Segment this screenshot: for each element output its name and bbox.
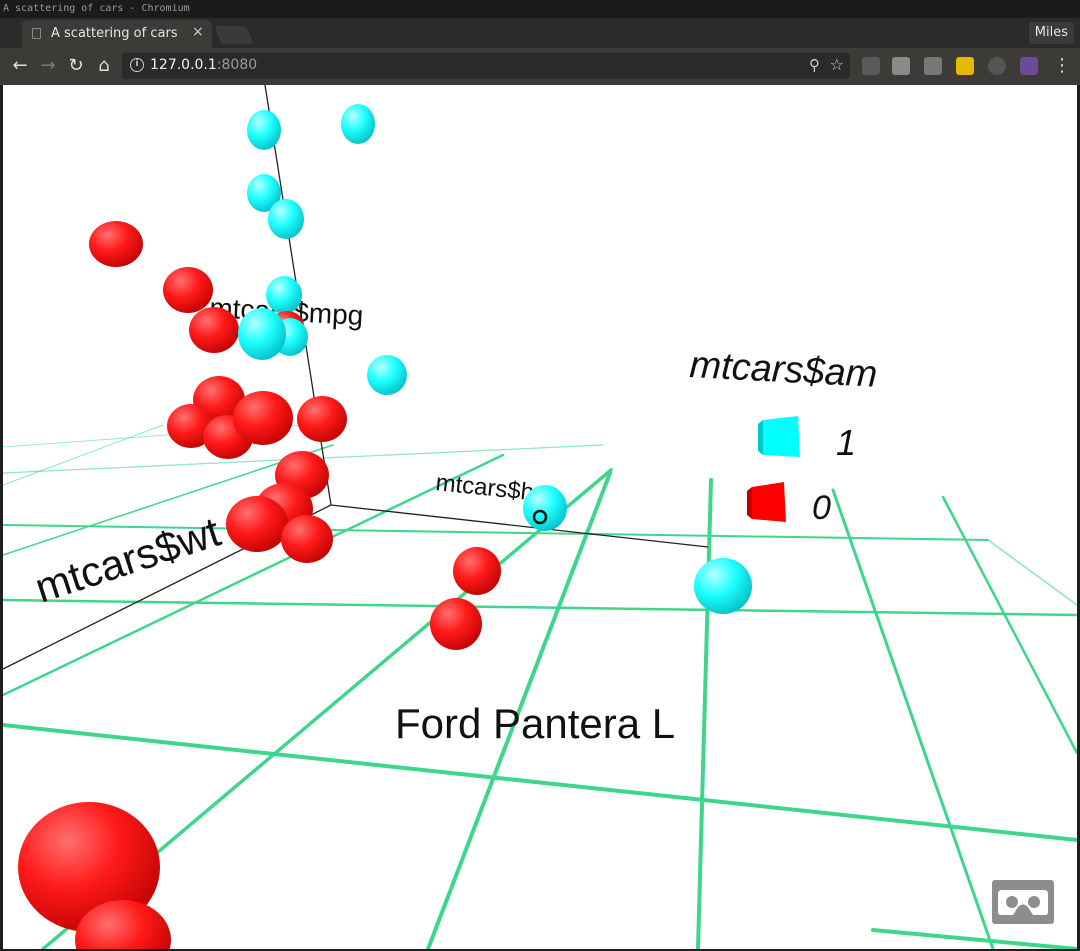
reload-icon[interactable]: ↻ bbox=[64, 54, 88, 78]
home-icon[interactable]: ⌂ bbox=[92, 54, 116, 78]
forward-icon[interactable]: → bbox=[36, 54, 60, 78]
back-icon[interactable]: ← bbox=[8, 54, 32, 78]
data-point[interactable] bbox=[430, 598, 482, 650]
extension-icon-4[interactable] bbox=[956, 57, 974, 75]
data-point[interactable] bbox=[238, 308, 286, 360]
data-point[interactable] bbox=[281, 515, 333, 563]
data-point[interactable] bbox=[189, 307, 239, 353]
extension-icon-1[interactable] bbox=[862, 57, 880, 75]
legend-swatch-red bbox=[752, 482, 786, 522]
tab-active[interactable]: A scattering of cars × bbox=[22, 20, 212, 48]
vr-headset-icon[interactable] bbox=[992, 880, 1054, 924]
new-tab-button[interactable] bbox=[214, 26, 254, 44]
data-point[interactable] bbox=[89, 221, 143, 267]
hover-label: Ford Pantera L bbox=[395, 700, 675, 747]
data-point-selected[interactable] bbox=[523, 485, 567, 531]
data-point[interactable] bbox=[163, 267, 213, 313]
legend: mtcars$am 1 0 bbox=[689, 344, 879, 527]
data-point[interactable] bbox=[694, 558, 752, 614]
legend-item-0: 0 bbox=[747, 482, 831, 527]
vr-scene[interactable]: mtcars$mpg mtcars$hp mtcars$wt bbox=[3, 85, 1077, 949]
legend-swatch-cyan bbox=[763, 416, 800, 457]
legend-label: 1 bbox=[836, 422, 856, 463]
legend-swatch-red-side bbox=[747, 487, 752, 519]
data-point[interactable] bbox=[233, 391, 293, 445]
window-title: A scattering of cars - Chromium bbox=[0, 0, 1080, 18]
url-port: :8080 bbox=[216, 57, 258, 73]
data-point[interactable] bbox=[367, 355, 407, 395]
tab-title: A scattering of cars bbox=[51, 26, 178, 41]
address-bar[interactable]: i 127.0.0.1:8080 ⚲ ☆ bbox=[122, 53, 850, 79]
profile-button[interactable]: Miles bbox=[1028, 22, 1074, 44]
data-point[interactable] bbox=[247, 110, 281, 150]
extension-icon-2[interactable] bbox=[892, 57, 910, 75]
data-point[interactable] bbox=[266, 276, 302, 314]
page-icon bbox=[32, 28, 41, 39]
browser-toolbar: ← → ↻ ⌂ i 127.0.0.1:8080 ⚲ ☆ ⋮ bbox=[0, 48, 1080, 85]
legend-label: 0 bbox=[812, 489, 831, 527]
url-host: 127.0.0.1 bbox=[150, 57, 217, 73]
url-text: 127.0.0.1:8080 bbox=[150, 57, 257, 73]
data-point[interactable] bbox=[226, 496, 288, 552]
data-point[interactable] bbox=[341, 104, 375, 144]
enter-vr-button[interactable] bbox=[992, 880, 1054, 924]
extension-icon-6[interactable] bbox=[1020, 57, 1038, 75]
data-point[interactable] bbox=[453, 547, 501, 595]
extension-icon-5[interactable] bbox=[988, 57, 1006, 75]
star-icon[interactable]: ☆ bbox=[830, 55, 844, 74]
zoom-icon[interactable]: ⚲ bbox=[809, 56, 820, 74]
info-icon[interactable]: i bbox=[130, 58, 144, 72]
scene-canvas[interactable]: mtcars$mpg mtcars$hp mtcars$wt bbox=[3, 85, 1077, 949]
tab-close-icon[interactable]: × bbox=[192, 24, 204, 40]
legend-title: mtcars$am bbox=[689, 344, 879, 396]
legend-swatch-cyan-side bbox=[758, 420, 763, 455]
axis-label-z: mtcars$wt bbox=[29, 508, 226, 612]
extension-icon-3[interactable] bbox=[924, 57, 942, 75]
legend-item-1: 1 bbox=[758, 416, 856, 463]
tab-strip: A scattering of cars × Miles bbox=[0, 18, 1080, 48]
data-point[interactable] bbox=[297, 396, 347, 442]
data-point[interactable] bbox=[268, 199, 304, 239]
menu-icon[interactable]: ⋮ bbox=[1050, 54, 1074, 78]
